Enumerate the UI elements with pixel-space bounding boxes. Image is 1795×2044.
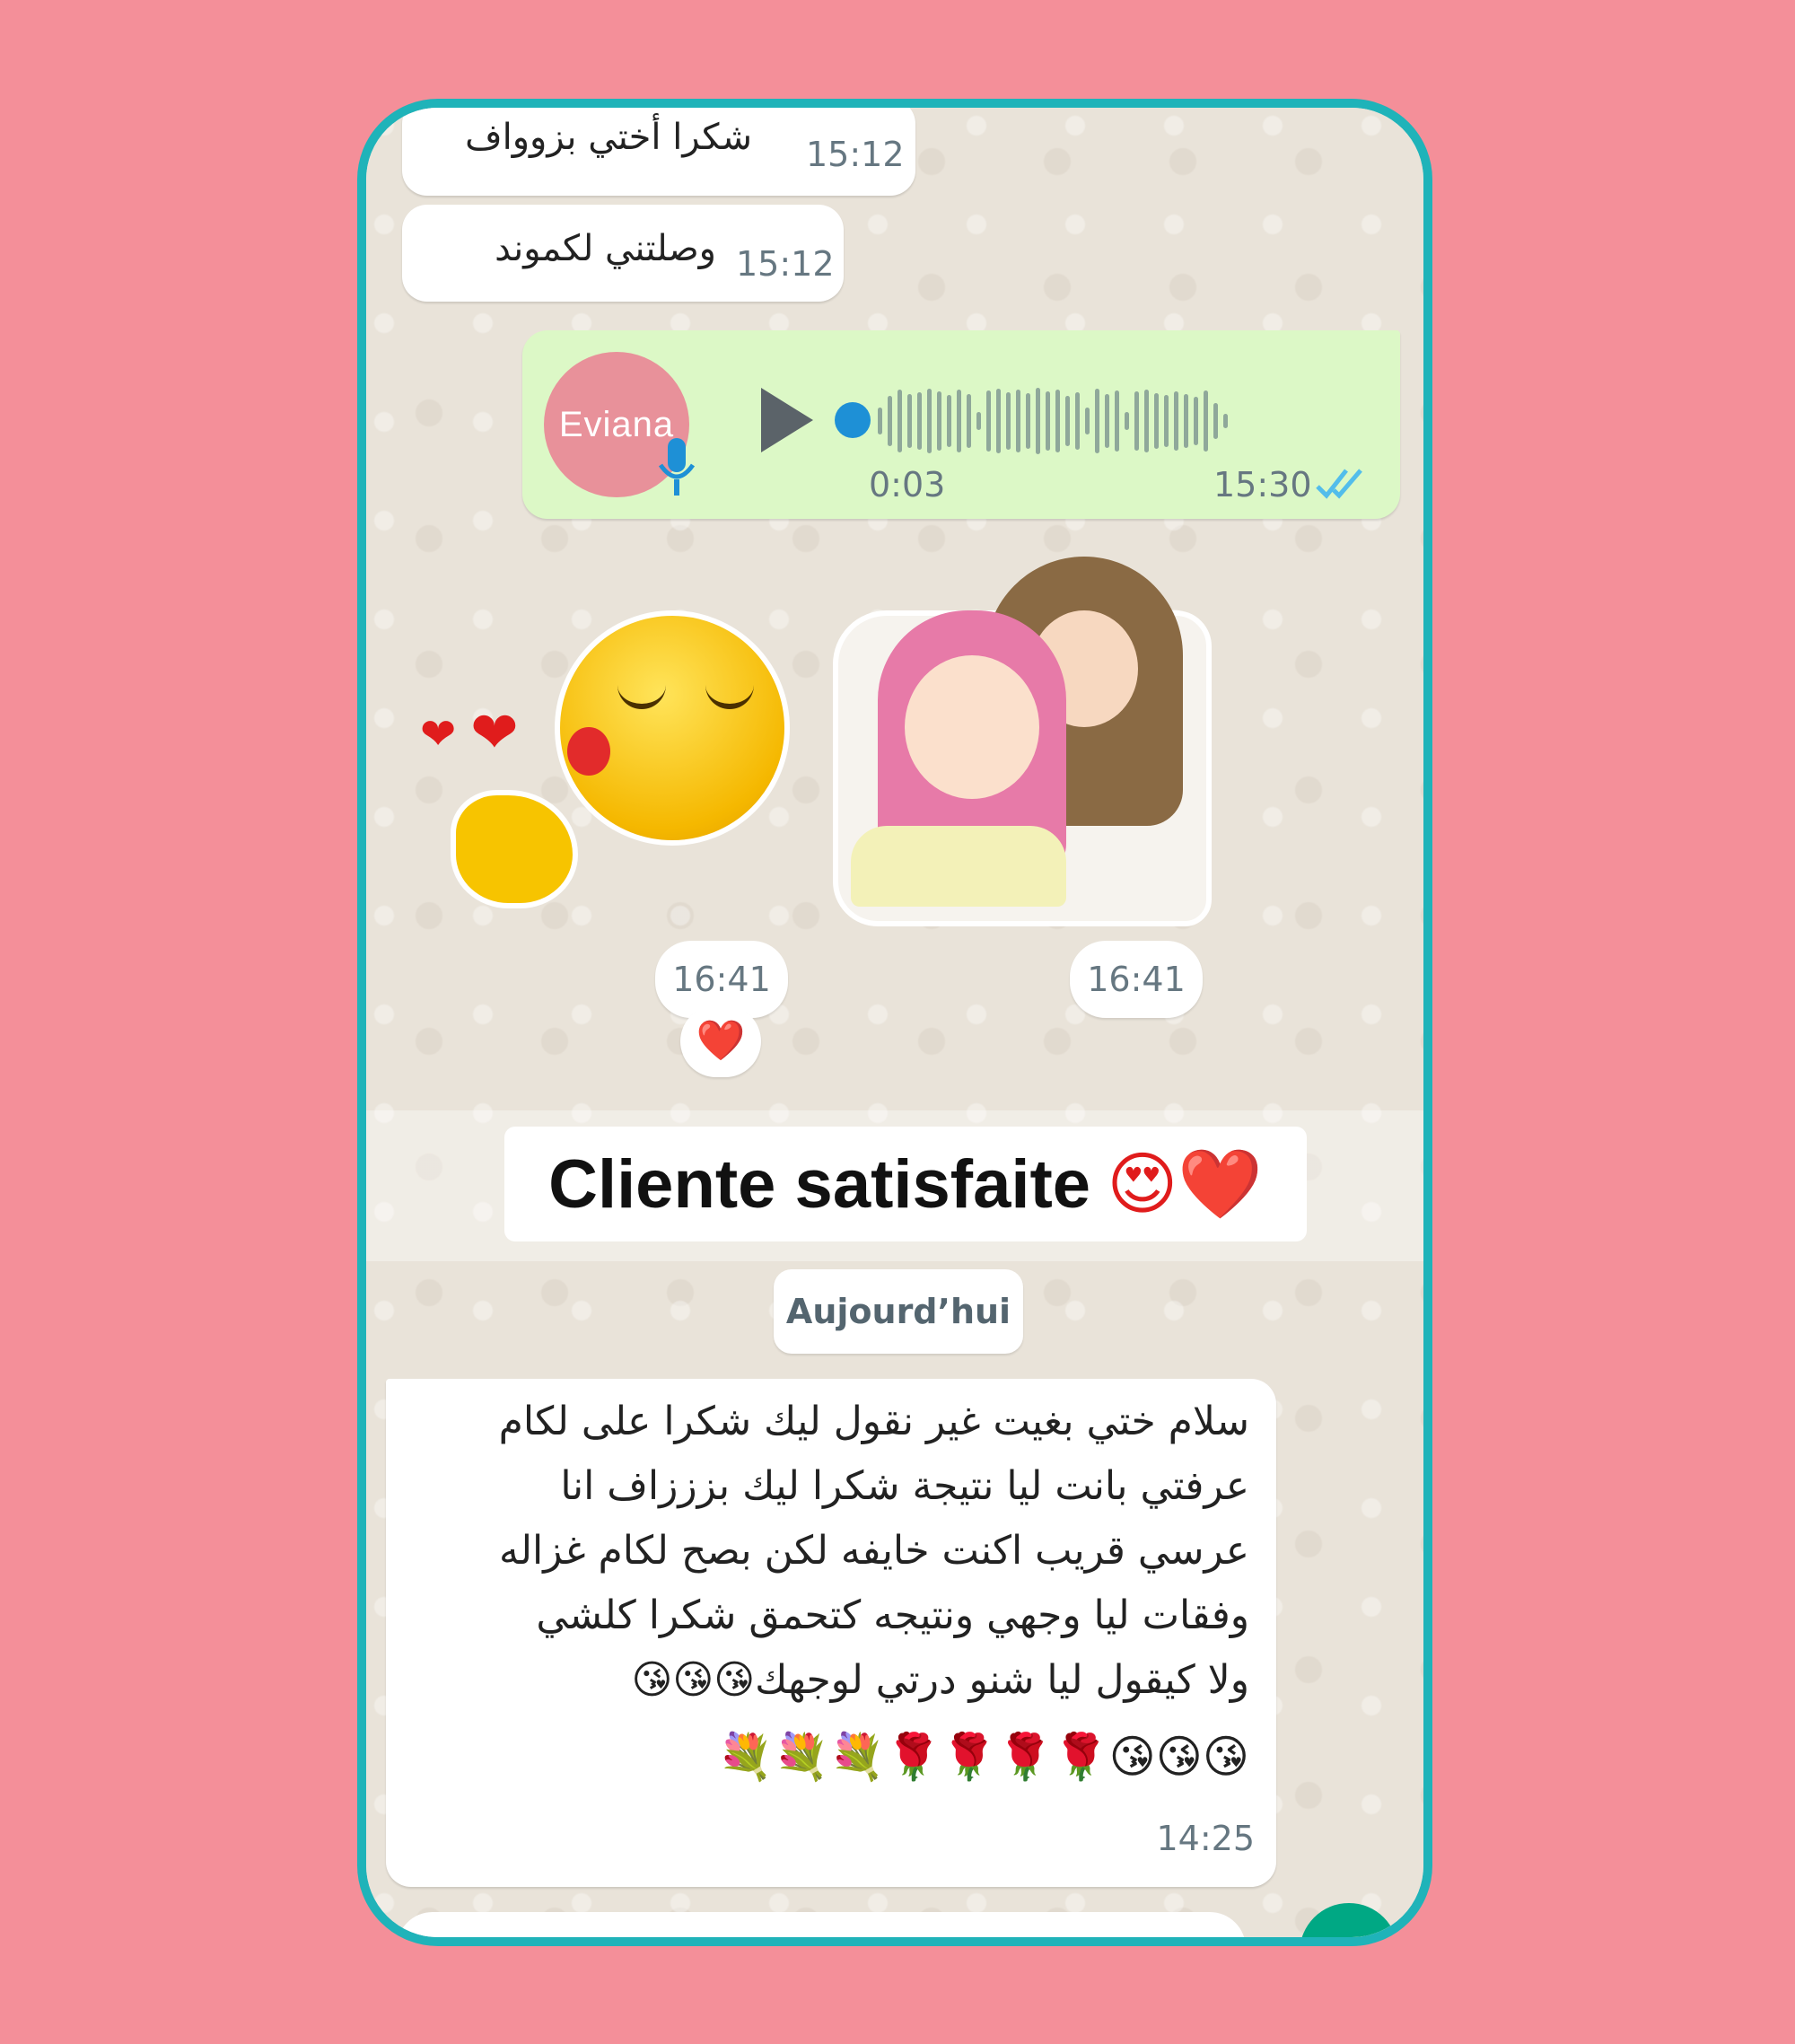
- voice-duration: 0:03: [869, 465, 946, 504]
- message-text: وصلتني لكموند: [495, 228, 716, 269]
- date-divider: Aujourd’hui: [774, 1269, 1023, 1354]
- message-line: سلام ختي بغيت غير نقول ليك شكرا على لكام: [498, 1399, 1249, 1444]
- message-line: وفقات ليا وجهي ونتيجه كتحمق شكرا كلشي: [536, 1592, 1249, 1638]
- message-time: 15:12: [736, 244, 835, 284]
- heart-icon: ❤: [470, 700, 519, 767]
- emoji-hand: [451, 790, 578, 908]
- phone-frame: شكرا أختي بزوواف 15:12 وصلتني لكموند 15:…: [357, 99, 1432, 1946]
- emoji-kiss-lips: [567, 727, 610, 776]
- voice-message-bubble[interactable]: Eviana 0:03 15:30: [522, 330, 1400, 519]
- message-time: 15:30: [1213, 465, 1312, 504]
- message-line: عرسي قريب اكنت خايفه لكن بصح لكام غزاله: [499, 1528, 1249, 1574]
- message-line: 😘😘😘🌹🌹🌹🌹💐💐💐: [717, 1731, 1249, 1783]
- message-line: عرفتي بانت ليا نتيجة شكرا ليك بزززاف انا: [560, 1463, 1249, 1509]
- yellow-shirt: [851, 826, 1066, 907]
- message-time: 14:25: [1156, 1819, 1255, 1858]
- satisfied-client-banner: Cliente satisfaite 😍❤️: [504, 1127, 1307, 1241]
- sticker-time: 16:41: [1070, 941, 1203, 1018]
- message-bubble[interactable]: سلام ختي بغيت غير نقول ليك شكرا على لكام…: [386, 1379, 1276, 1887]
- message-bubble[interactable]: شكرا أختي بزوواف 15:12: [402, 108, 915, 196]
- double-check-icon: [1316, 469, 1362, 499]
- kiss-emoji-sticker[interactable]: ❤ ❤: [420, 610, 790, 908]
- message-text: شكرا أختي بزوواف: [465, 117, 752, 158]
- banner-emoji: 😍❤️: [1107, 1144, 1263, 1224]
- message-line: ولا كيقول ليا شنو درتي لوجهك😘😘😘: [631, 1657, 1250, 1703]
- hugging-girls-sticker[interactable]: [833, 557, 1212, 926]
- message-input-bar[interactable]: [397, 1912, 1246, 1937]
- message-time: 15:12: [806, 135, 905, 174]
- voice-progress-dot[interactable]: [835, 402, 871, 438]
- play-icon[interactable]: [757, 384, 817, 456]
- reaction-badge[interactable]: ❤️: [680, 1005, 761, 1077]
- microphone-icon: [658, 438, 696, 496]
- message-bubble[interactable]: وصلتني لكموند 15:12: [402, 205, 844, 302]
- banner-title: Cliente satisfaite: [548, 1145, 1091, 1223]
- heart-icon: ❤: [420, 709, 457, 759]
- pink-face: [905, 655, 1039, 799]
- voice-waveform[interactable]: [878, 381, 1353, 460]
